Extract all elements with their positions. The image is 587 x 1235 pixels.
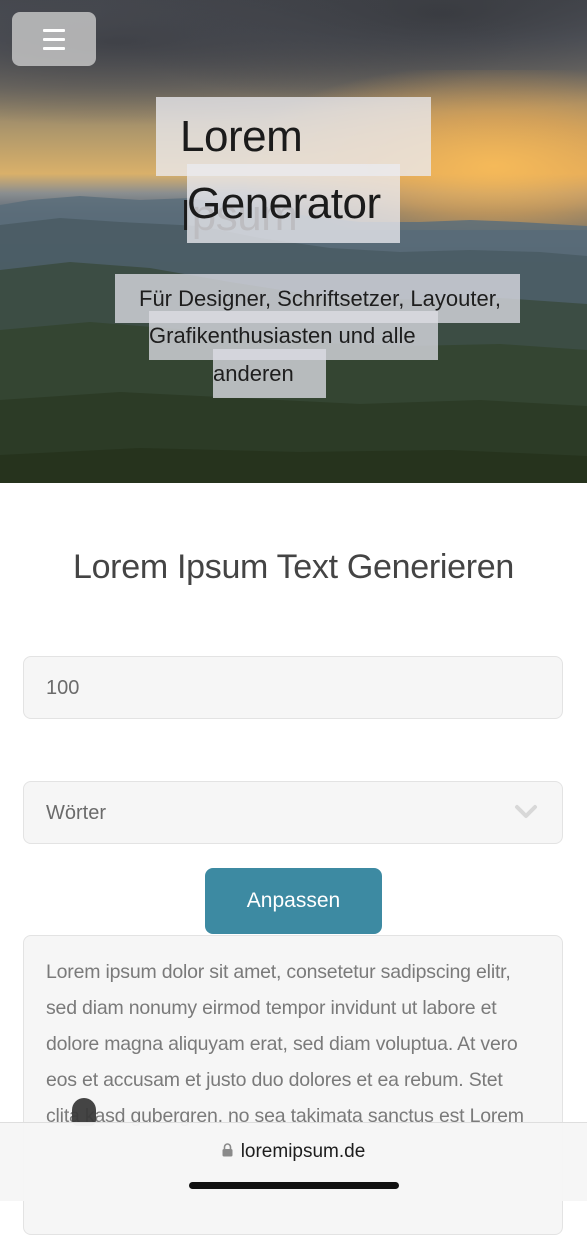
url-row[interactable]: loremipsum.de bbox=[0, 1141, 587, 1163]
word-count-input[interactable]: 100 bbox=[23, 656, 563, 719]
hero-banner: Lorem Ipsum Generator Für Designer, Schr… bbox=[0, 0, 587, 483]
unit-select-value: Wörter bbox=[46, 802, 106, 824]
section-heading: Lorem Ipsum Text Generieren bbox=[72, 548, 515, 586]
lock-icon bbox=[222, 1142, 233, 1162]
generated-text: Lorem ipsum dolor sit amet, consetetur s… bbox=[46, 961, 524, 1127]
browser-address-bar[interactable]: loremipsum.de bbox=[0, 1122, 587, 1201]
hero-subtitle-line-3: anderen bbox=[213, 349, 326, 398]
apply-button[interactable]: Anpassen bbox=[205, 868, 382, 934]
chevron-down-icon bbox=[514, 804, 538, 825]
menu-button[interactable] bbox=[12, 12, 96, 66]
hero-title-line-2: Generator bbox=[187, 164, 400, 243]
hamburger-menu-icon bbox=[43, 26, 65, 53]
word-count-value: 100 bbox=[46, 677, 80, 699]
url-text: loremipsum.de bbox=[240, 1141, 366, 1162]
home-indicator[interactable] bbox=[189, 1182, 399, 1189]
unit-select[interactable]: Wörter bbox=[23, 781, 563, 844]
